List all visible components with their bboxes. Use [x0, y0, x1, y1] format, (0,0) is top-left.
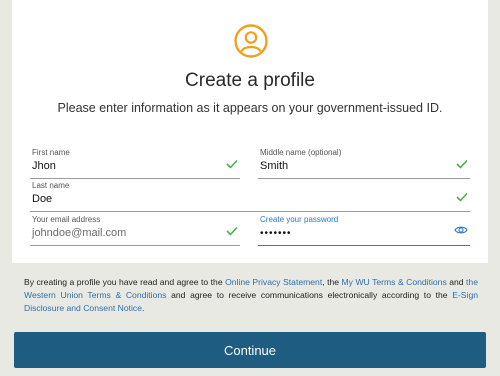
checkmark-icon — [226, 226, 238, 236]
terms-text: By creating a profile you have read and … — [24, 276, 478, 315]
last-name-field[interactable]: Last name Doe — [30, 181, 470, 212]
checkmark-icon — [456, 159, 468, 169]
terms-text-part: , the — [322, 277, 342, 287]
my-wu-terms-link[interactable]: My WU Terms & Conditions — [342, 277, 447, 287]
eye-icon[interactable] — [454, 225, 468, 235]
middle-name-field[interactable]: Middle name (optional) Smith — [258, 148, 470, 179]
password-label: Create your password — [260, 215, 339, 224]
online-privacy-statement-link[interactable]: Online Privacy Statement — [225, 277, 322, 287]
last-name-value[interactable]: Doe — [32, 193, 52, 205]
page-title: Create a profile — [185, 70, 315, 91]
checkmark-icon — [456, 192, 468, 202]
email-field[interactable]: Your email address johndoe@mail.com — [30, 215, 240, 246]
email-value[interactable]: johndoe@mail.com — [32, 227, 126, 239]
first-name-label: First name — [32, 148, 70, 157]
user-avatar-icon — [233, 23, 269, 59]
first-name-value[interactable]: Jhon — [32, 160, 56, 172]
middle-name-label: Middle name (optional) — [260, 148, 342, 157]
first-name-field[interactable]: First name Jhon — [30, 148, 240, 179]
middle-name-value[interactable]: Smith — [260, 160, 288, 172]
checkmark-icon — [226, 159, 238, 169]
continue-button[interactable]: Continue — [14, 332, 486, 368]
email-label: Your email address — [32, 215, 101, 224]
password-field[interactable]: Create your password ••••••• — [258, 215, 470, 246]
terms-text-part: . — [141, 303, 145, 313]
last-name-label: Last name — [32, 181, 70, 190]
password-value[interactable]: ••••••• — [260, 228, 292, 239]
terms-text-part: By creating a profile you have read and … — [24, 277, 226, 287]
page-subtitle: Please enter information as it appears o… — [57, 101, 443, 115]
terms-text-part: and — [446, 277, 467, 287]
terms-text-part: and agree to receive communications elec… — [166, 290, 453, 300]
